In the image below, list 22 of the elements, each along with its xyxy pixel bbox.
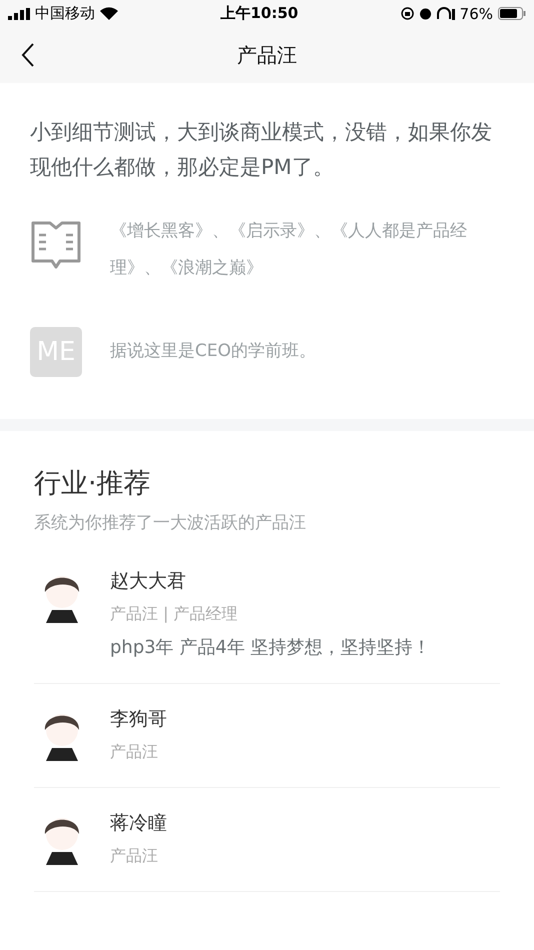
person-name[interactable]: 蒋冷瞳 [110, 810, 167, 836]
person-name[interactable]: 李狗哥 [110, 706, 167, 732]
person-tags: 产品汪 | 产品经理 [110, 604, 431, 625]
battery-percent: 76% [460, 4, 493, 22]
wifi-icon [100, 7, 118, 20]
person-bio: php3年 产品4年 坚持梦想，坚持坚持！ [110, 636, 431, 659]
section-subtitle: 系统为你推荐了一大波活跃的产品汪 [34, 512, 307, 534]
person-tags: 产品汪 [110, 846, 167, 867]
person-name[interactable]: 赵大大君 [110, 568, 431, 594]
person-tags: 产品汪 [110, 742, 167, 763]
fact-text: 《增长黑客》、《启示录》、《人人都是产品经理》、《浪潮之巅》 [110, 220, 468, 280]
clock-time: 上午10:50 [220, 4, 298, 23]
headphones-icon [436, 7, 455, 20]
carrier-label: 中国移动 [35, 4, 95, 23]
section-title: 行业·推荐 [34, 467, 152, 501]
description-text: 小到细节测试，大到谈商业模式，没错，如果你发现他什么都做，那必定是PM了。 [30, 119, 493, 181]
page-title: 产品汪 [237, 42, 297, 68]
battery-icon [498, 7, 526, 20]
fact-text: 据说这里是CEO的学前班。 [110, 340, 317, 363]
signal-icon [8, 8, 30, 20]
book-icon [30, 219, 82, 269]
back-icon [21, 43, 35, 67]
